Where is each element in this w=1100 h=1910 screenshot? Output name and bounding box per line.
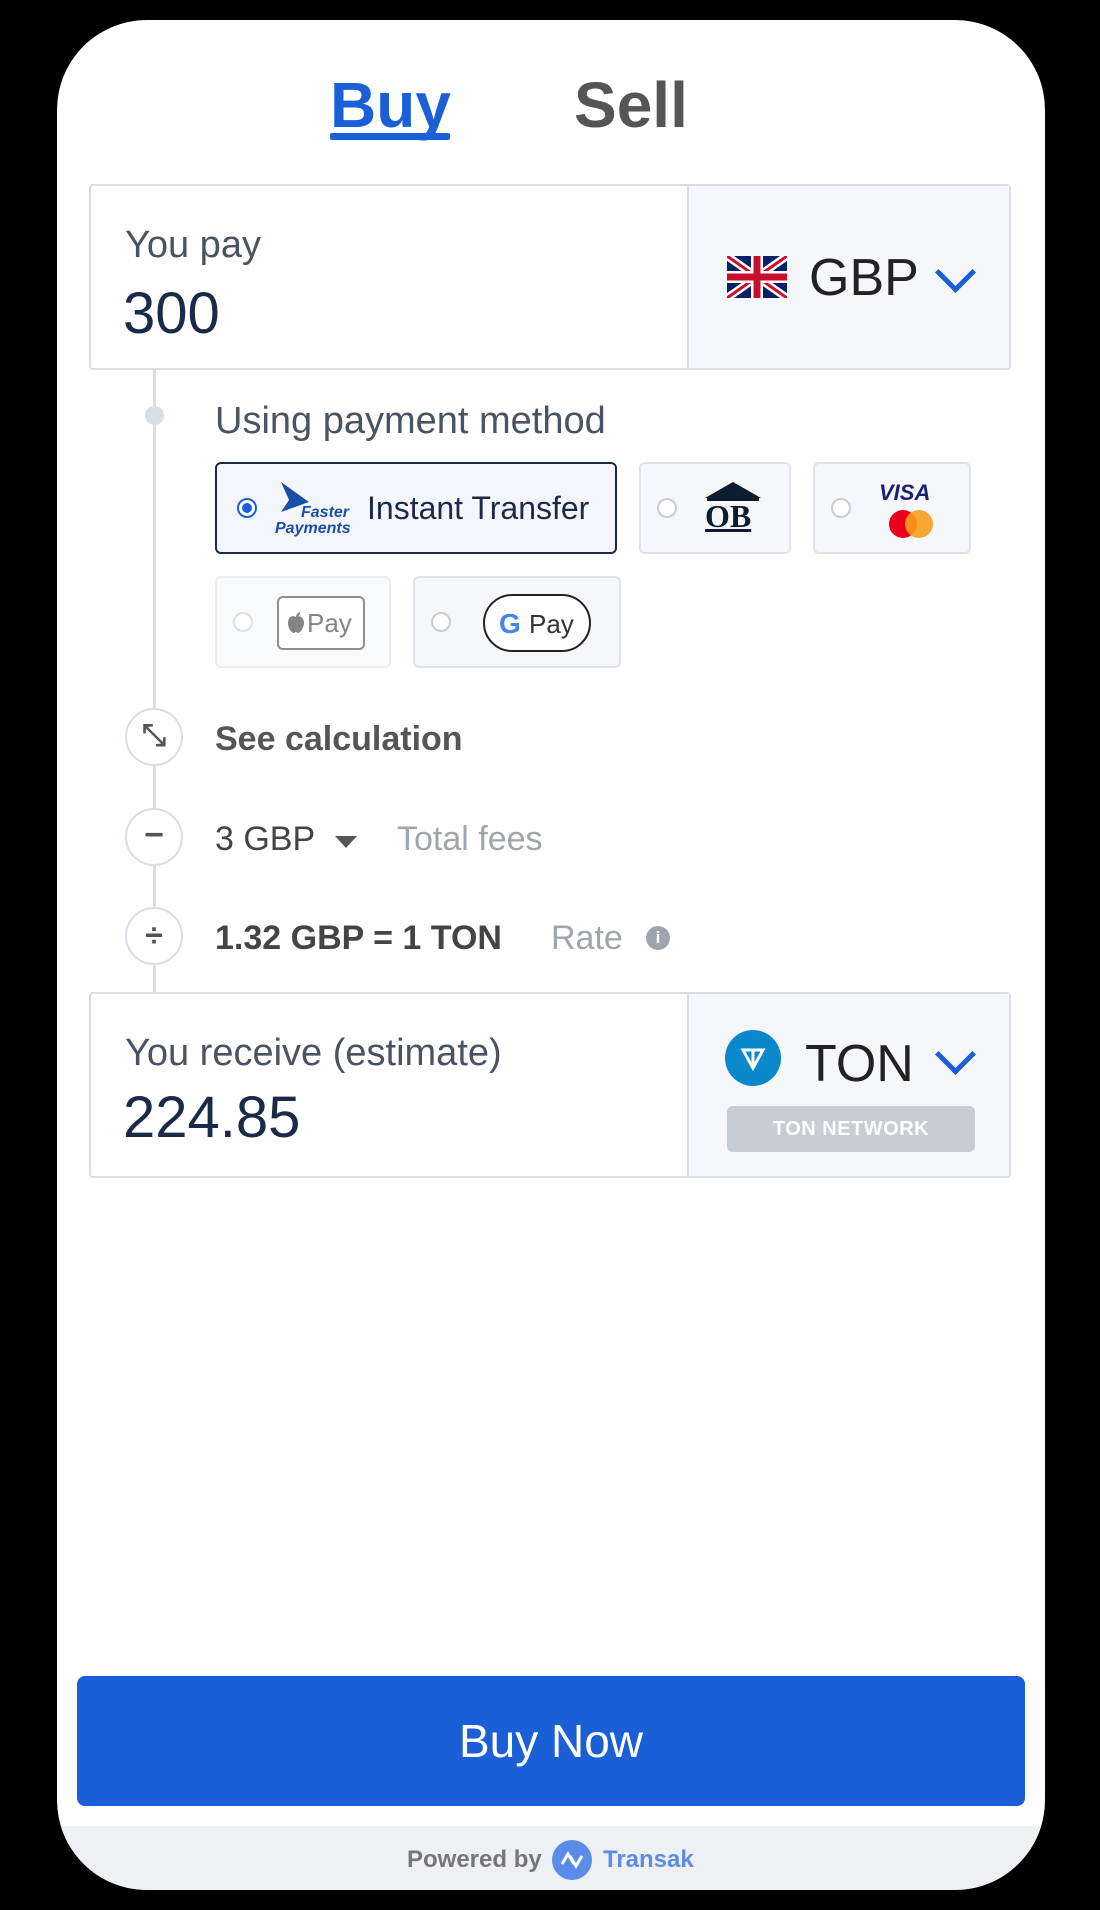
payment-option-card[interactable]: VISA: [813, 462, 971, 554]
uk-flag-icon: [727, 256, 787, 298]
tab-buy[interactable]: Buy: [330, 68, 451, 142]
google-pay-label: Pay: [529, 609, 574, 639]
radio-selected[interactable]: [237, 498, 257, 518]
timeline-line: [153, 370, 156, 992]
footer: Powered by Transak: [57, 1826, 1045, 1890]
instant-transfer-label: Instant Transfer: [367, 490, 590, 526]
buy-sell-widget: Buy Sell You pay 300 GBP Using payment m…: [57, 20, 1045, 1890]
apple-icon: [288, 612, 304, 633]
pay-box: You pay 300 GBP: [89, 184, 1011, 370]
powered-by-label: Powered by: [407, 1846, 542, 1873]
crypto-currency-code: TON: [805, 1035, 914, 1093]
network-badge: TON NETWORK: [727, 1106, 975, 1152]
google-g-icon: G: [499, 608, 521, 639]
total-fees-label: Total fees: [397, 820, 543, 858]
ton-coin-icon: [725, 1030, 781, 1086]
timeline-dot: [145, 406, 164, 425]
chevron-down-icon: [934, 251, 977, 294]
google-pay-badge: G Pay: [483, 594, 591, 652]
payment-option-google-pay[interactable]: G Pay: [413, 576, 621, 668]
pay-amount-input[interactable]: 300: [123, 280, 220, 347]
minus-icon: −: [125, 808, 183, 866]
mastercard-icon: [889, 510, 933, 538]
fiat-currency-code: GBP: [809, 249, 919, 307]
chevron-down-icon: [934, 1033, 977, 1076]
caret-down-icon[interactable]: [335, 836, 357, 848]
payment-option-open-banking[interactable]: OB: [639, 462, 791, 554]
apple-pay-label: Pay: [307, 608, 352, 638]
info-icon[interactable]: i: [646, 926, 670, 950]
radio-unselected[interactable]: [233, 612, 253, 632]
faster-payments-logo-text-2: Payments: [275, 520, 351, 537]
tab-sell[interactable]: Sell: [574, 68, 688, 142]
fiat-currency-selector[interactable]: GBP: [687, 186, 1009, 368]
see-calculation-link[interactable]: See calculation: [215, 720, 463, 759]
apple-pay-badge: Pay: [277, 596, 365, 650]
transak-brand: Transak: [603, 1846, 694, 1873]
receive-amount: 224.85: [123, 1085, 301, 1150]
radio-unselected[interactable]: [831, 498, 851, 518]
open-banking-logo: OB: [705, 498, 752, 534]
visa-logo: VISA: [879, 480, 931, 505]
buy-now-button[interactable]: Buy Now: [77, 1676, 1025, 1806]
divide-icon: ÷: [125, 907, 183, 965]
pay-label: You pay: [125, 224, 261, 266]
receive-label: You receive (estimate): [125, 1032, 502, 1074]
payment-option-apple-pay[interactable]: Pay: [215, 576, 391, 668]
transak-logo-icon: [552, 1840, 592, 1880]
radio-unselected[interactable]: [431, 612, 451, 632]
collapse-calculation-icon[interactable]: ⤡: [125, 708, 183, 766]
tab-bar: Buy Sell: [57, 20, 1045, 170]
active-tab-indicator: [330, 133, 450, 140]
payment-method-title: Using payment method: [215, 400, 606, 442]
crypto-currency-selector[interactable]: TON TON NETWORK: [687, 994, 1009, 1176]
total-fees-amount[interactable]: 3 GBP: [215, 820, 315, 859]
exchange-rate-value: 1.32 GBP = 1 TON: [215, 919, 502, 957]
receive-box: You receive (estimate) 224.85 TON TON NE…: [89, 992, 1011, 1178]
exchange-rate-label: Rate: [551, 919, 623, 957]
payment-option-instant-transfer[interactable]: Faster Payments Instant Transfer: [215, 462, 617, 554]
radio-unselected[interactable]: [657, 498, 677, 518]
